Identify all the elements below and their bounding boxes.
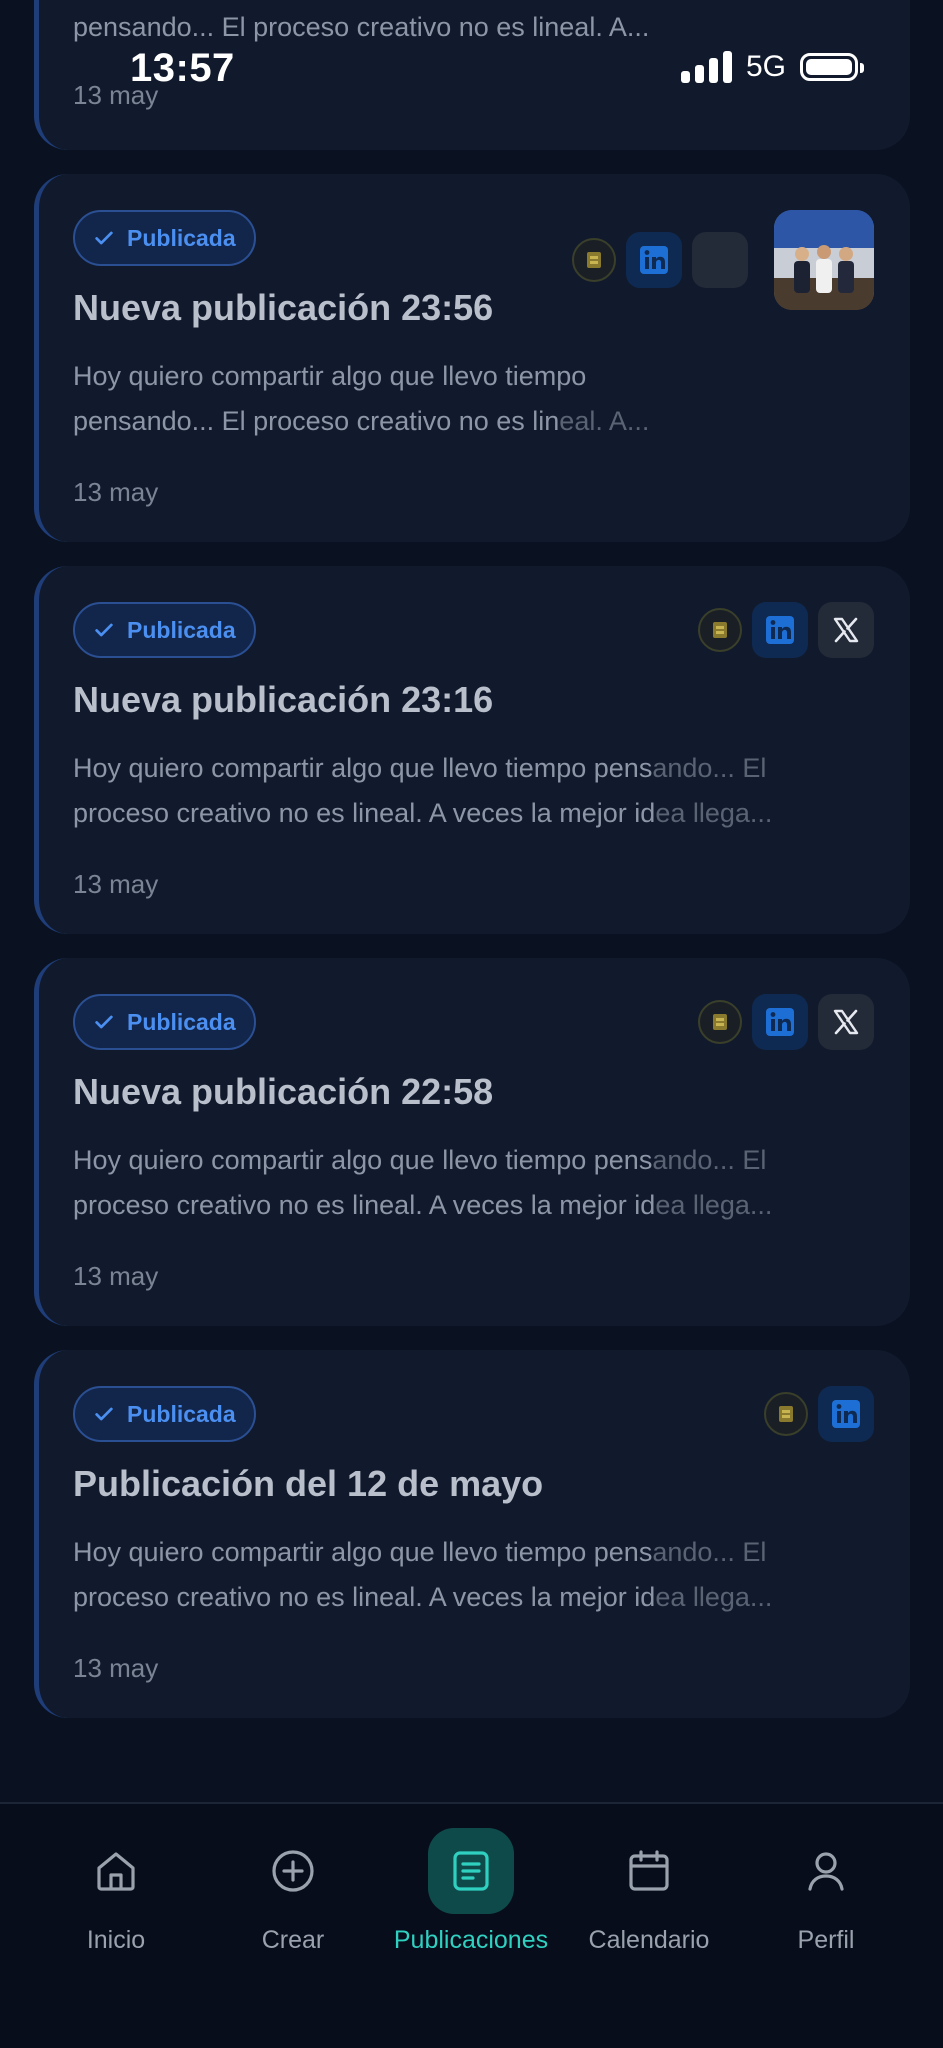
nav-item-inicio[interactable]: Inicio: [31, 1804, 201, 2004]
network-icons: [698, 994, 874, 1050]
home-icon: [73, 1828, 159, 1914]
x-twitter-icon: [818, 602, 874, 658]
brand-logo-icon: [764, 1392, 808, 1436]
calendar-icon: [606, 1828, 692, 1914]
post-card[interactable]: Publicada Nueva publicación 23:56 Hoy qu…: [34, 174, 910, 542]
status-badge: Publicada: [73, 210, 256, 266]
post-date: 13 may: [73, 1653, 159, 1683]
post-date: 13 may: [73, 1261, 159, 1291]
nav-label: Perfil: [797, 1926, 855, 1954]
battery-icon: [800, 53, 864, 81]
post-excerpt: Hoy quiero compartir algo que llevo tiem…: [73, 361, 650, 436]
nav-label: Publicaciones: [393, 1926, 549, 1954]
check-icon: [95, 1015, 113, 1029]
status-badge: Publicada: [73, 602, 256, 658]
nav-item-crear[interactable]: Crear: [208, 1804, 378, 2004]
status-label: Publicada: [127, 1008, 236, 1035]
status-time: 13:57: [130, 46, 235, 90]
nav-item-publicaciones[interactable]: Publicaciones: [386, 1804, 556, 2004]
post-date: 13 may: [73, 477, 159, 507]
network-icons: [764, 1386, 874, 1442]
post-excerpt: Hoy quiero compartir algo que llevo tiem…: [73, 1145, 773, 1220]
brand-logo-icon: [572, 238, 616, 282]
linkedin-icon: [818, 1386, 874, 1442]
post-title: Nueva publicación 23:56: [73, 287, 494, 328]
user-icon: [783, 1828, 869, 1914]
check-icon: [95, 1407, 113, 1421]
post-title: Nueva publicación 23:16: [73, 679, 494, 720]
post-card[interactable]: Publicada Nueva publicación 22:58 Hoy qu…: [34, 958, 910, 1326]
nav-item-perfil[interactable]: Perfil: [741, 1804, 911, 2004]
post-title: Publicación del 12 de mayo: [73, 1463, 544, 1504]
linkedin-icon: [752, 602, 808, 658]
nav-label: Calendario: [588, 1926, 710, 1954]
post-thumbnail: [774, 210, 874, 310]
nav-item-calendario[interactable]: Calendario: [564, 1804, 734, 2004]
linkedin-icon: [626, 232, 682, 288]
brand-logo-icon: [698, 1000, 742, 1044]
check-icon: [95, 623, 113, 637]
network-type: 5G: [745, 50, 786, 83]
status-bar: 13:57 5G: [0, 0, 943, 140]
status-label: Publicada: [127, 224, 236, 251]
post-card[interactable]: Publicada Publicación del 12 de mayo Hoy…: [34, 1350, 910, 1718]
brand-logo-icon: [698, 608, 742, 652]
placeholder-network-icon: [692, 232, 748, 288]
post-date: 13 may: [73, 869, 159, 899]
post-title: Nueva publicación 22:58: [73, 1071, 494, 1112]
status-badge: Publicada: [73, 994, 256, 1050]
status-label: Publicada: [127, 1400, 236, 1427]
post-excerpt: Hoy quiero compartir algo que llevo tiem…: [73, 1537, 773, 1612]
linkedin-icon: [752, 994, 808, 1050]
status-badge: Publicada: [73, 1386, 256, 1442]
plus-circle-icon: [250, 1828, 336, 1914]
nav-label: Inicio: [86, 1926, 146, 1954]
bottom-nav: Inicio Crear Publicaciones Calendario Pe…: [0, 1802, 943, 2048]
check-icon: [95, 231, 113, 245]
x-twitter-icon: [818, 994, 874, 1050]
signal-icon: [680, 51, 732, 83]
network-icons: [572, 210, 874, 310]
network-icons: [698, 602, 874, 658]
post-card[interactable]: Publicada Nueva publicación 23:16 Hoy qu…: [34, 566, 910, 934]
screen: 13:57 5G pensando... El proceso creativo…: [0, 0, 943, 2048]
document-icon: [428, 1828, 514, 1914]
nav-label: Crear: [261, 1926, 325, 1954]
status-indicators: 5G: [680, 50, 864, 84]
status-label: Publicada: [127, 616, 236, 643]
post-excerpt: Hoy quiero compartir algo que llevo tiem…: [73, 753, 773, 828]
